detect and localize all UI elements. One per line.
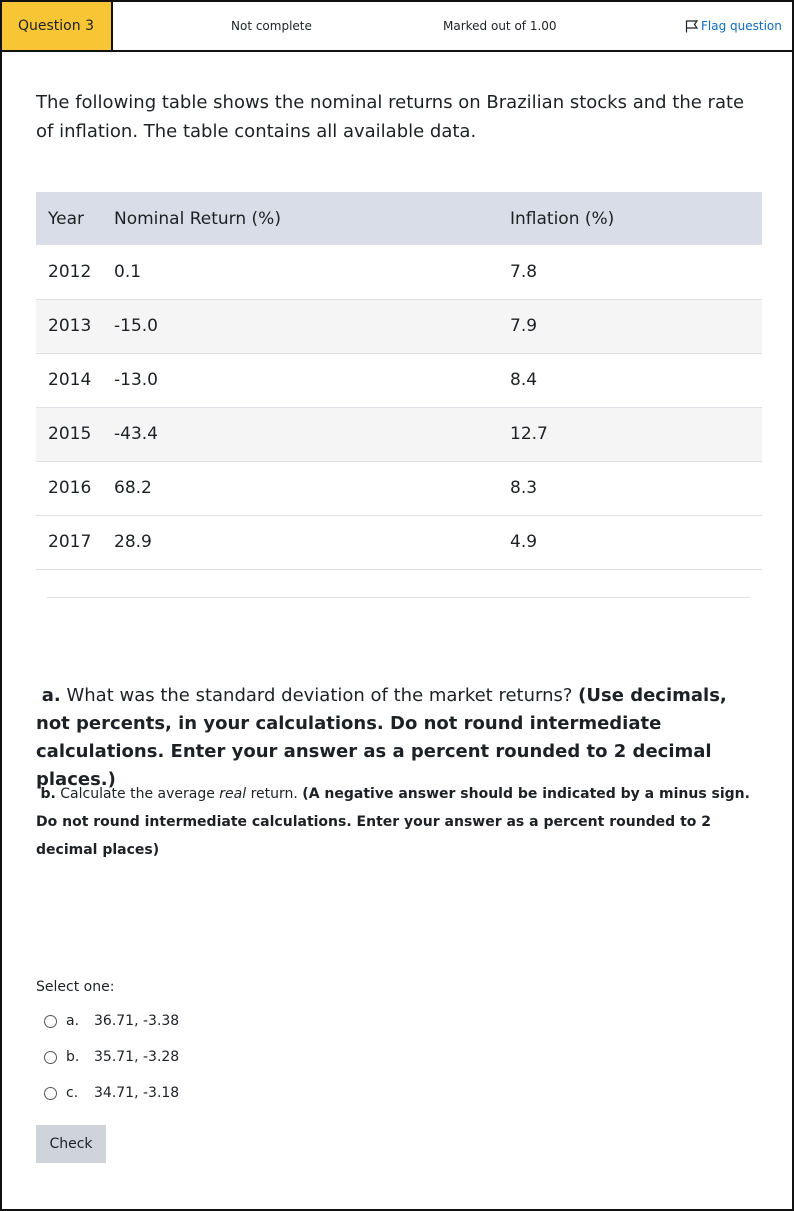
part-b-text-italic: real (219, 786, 247, 802)
cell-nominal-return: -43.4 (102, 407, 498, 462)
cell-year: 2016 (36, 461, 102, 516)
option-value: 36.71, -3.38 (94, 1013, 180, 1029)
option-letter: b. (66, 1049, 80, 1065)
part-b-prefix: b. (40, 786, 56, 802)
flag-question-link[interactable]: Flag question (685, 19, 782, 33)
question-card: Question 3 Not complete Marked out of 1.… (0, 0, 794, 1211)
check-button[interactable]: Check (36, 1125, 106, 1163)
option-letter: c. (66, 1085, 79, 1101)
question-status: Not complete (231, 19, 312, 33)
table-row: 2017 28.9 4.9 (36, 515, 762, 570)
table-row: 2015 -43.4 12.7 (36, 407, 762, 462)
part-a-prefix: a. (41, 685, 61, 706)
col-inflation-header: Inflation (%) (498, 192, 762, 245)
cell-year: 2014 (36, 353, 102, 408)
option-value: 34.71, -3.18 (94, 1085, 180, 1101)
table-row: 2014 -13.0 8.4 (36, 353, 762, 408)
select-one-label: Select one: (36, 979, 115, 995)
cell-nominal-return: -15.0 (102, 299, 498, 354)
part-b-question: b. Calculate the average real return. (A… (36, 780, 756, 864)
answer-option-a[interactable]: a. 36.71, -3.38 (44, 1013, 179, 1029)
cell-year: 2013 (36, 299, 102, 354)
radio-a[interactable] (44, 1014, 57, 1028)
part-a-question: a. What was the standard deviation of th… (36, 682, 756, 794)
table-row: 2013 -15.0 7.9 (36, 299, 762, 354)
question-header: Question 3 Not complete Marked out of 1.… (2, 2, 792, 52)
question-number-badge: Question 3 (2, 2, 113, 50)
cell-year: 2017 (36, 515, 102, 570)
flag-icon (685, 19, 699, 32)
cell-nominal-return: 0.1 (102, 245, 498, 300)
returns-table: Year Nominal Return (%) Inflation (%) 20… (36, 192, 762, 570)
option-value: 35.71, -3.28 (94, 1049, 180, 1065)
part-b-text-after: return. (250, 786, 298, 802)
answer-option-b[interactable]: b. 35.71, -3.28 (44, 1049, 179, 1065)
divider (47, 597, 750, 598)
cell-inflation: 7.8 (498, 245, 762, 300)
cell-nominal-return: -13.0 (102, 353, 498, 408)
col-year-header: Year (36, 192, 102, 245)
flag-question-label: Flag question (701, 19, 782, 33)
option-letter: a. (66, 1013, 80, 1029)
cell-year: 2012 (36, 245, 102, 300)
cell-inflation: 8.4 (498, 353, 762, 408)
radio-c[interactable] (44, 1086, 57, 1100)
cell-nominal-return: 28.9 (102, 515, 498, 570)
part-b-text-before: Calculate the average (60, 786, 215, 802)
cell-nominal-return: 68.2 (102, 461, 498, 516)
question-marks: Marked out of 1.00 (443, 19, 557, 33)
cell-inflation: 12.7 (498, 407, 762, 462)
cell-inflation: 7.9 (498, 299, 762, 354)
table-row: 2016 68.2 8.3 (36, 461, 762, 516)
cell-inflation: 8.3 (498, 461, 762, 516)
answer-option-c[interactable]: c. 34.71, -3.18 (44, 1085, 179, 1101)
question-intro: The following table shows the nominal re… (36, 92, 745, 142)
cell-inflation: 4.9 (498, 515, 762, 570)
cell-year: 2015 (36, 407, 102, 462)
radio-b[interactable] (44, 1050, 57, 1064)
part-a-text: What was the standard deviation of the m… (66, 685, 573, 706)
table-row: 2012 0.1 7.8 (36, 245, 762, 300)
col-nominal-return-header: Nominal Return (%) (102, 192, 498, 245)
table-header-row: Year Nominal Return (%) Inflation (%) (36, 192, 762, 245)
